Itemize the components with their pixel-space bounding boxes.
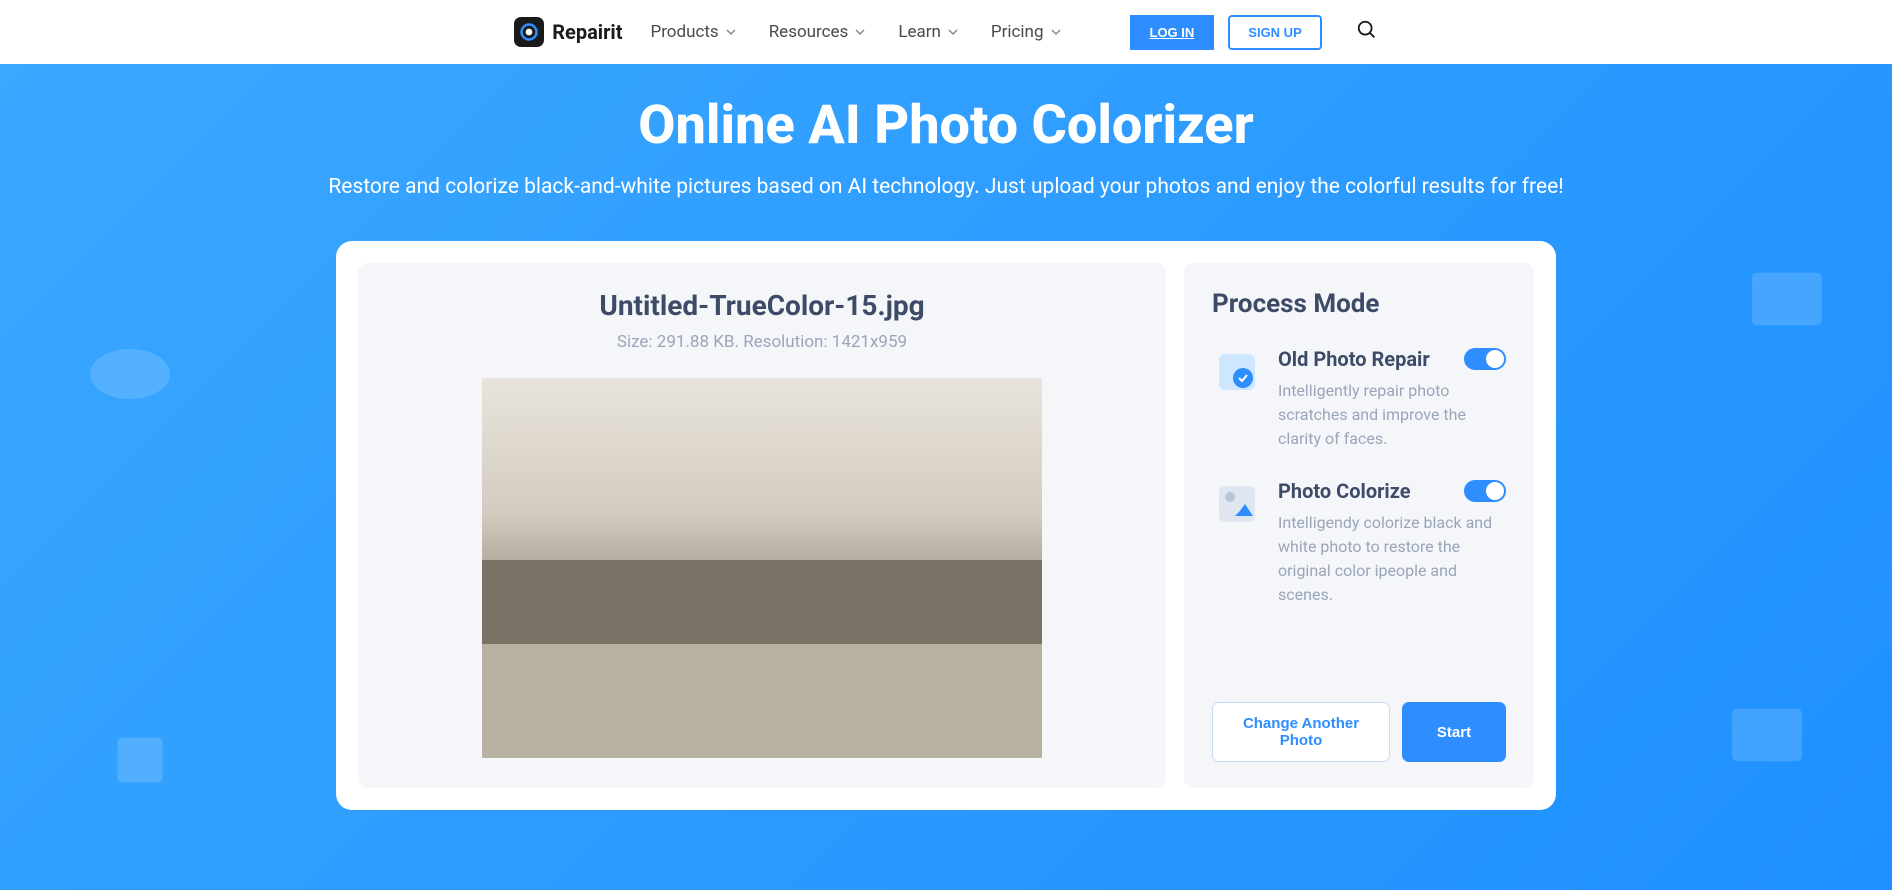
bg-file-icon xyxy=(100,730,180,790)
chevron-down-icon xyxy=(725,26,737,38)
nav-resources-label: Resources xyxy=(769,22,849,42)
header-inner: Repairit Products Resources Learn Pricin… xyxy=(246,15,1646,50)
header: Repairit Products Resources Learn Pricin… xyxy=(0,0,1892,64)
preview-panel: Untitled-TrueColor-15.jpg Size: 291.88 K… xyxy=(358,263,1166,788)
nav-products-label: Products xyxy=(650,22,718,42)
nav-learn-label: Learn xyxy=(898,22,941,42)
main-card: Untitled-TrueColor-15.jpg Size: 291.88 K… xyxy=(336,241,1556,810)
chevron-down-icon xyxy=(1050,26,1062,38)
change-photo-button[interactable]: Change Another Photo xyxy=(1212,702,1390,762)
colorize-icon xyxy=(1212,479,1262,529)
mode-colorize-desc: Intelligendy colorize black and white ph… xyxy=(1278,511,1506,607)
repair-icon xyxy=(1212,347,1262,397)
nav-resources[interactable]: Resources xyxy=(769,22,867,42)
page-subtitle: Restore and colorize black-and-white pic… xyxy=(20,175,1872,199)
chevron-down-icon xyxy=(947,26,959,38)
logo-icon xyxy=(514,17,544,47)
hero: Online AI Photo Colorizer Restore and co… xyxy=(0,64,1892,890)
panel-actions: Change Another Photo Start xyxy=(1212,702,1506,762)
logo[interactable]: Repairit xyxy=(514,17,622,47)
mode-colorize: Photo Colorize Intelligendy colorize bla… xyxy=(1212,479,1506,607)
nav-pricing[interactable]: Pricing xyxy=(991,22,1062,42)
nav-pricing-label: Pricing xyxy=(991,22,1044,42)
mode-colorize-label: Photo Colorize xyxy=(1278,479,1411,503)
repair-toggle[interactable] xyxy=(1464,348,1506,370)
brand-text: Repairit xyxy=(552,20,622,44)
preview-image xyxy=(482,378,1042,758)
mode-colorize-content: Photo Colorize Intelligendy colorize bla… xyxy=(1278,479,1506,607)
mode-repair-header: Old Photo Repair xyxy=(1278,347,1506,371)
mode-colorize-header: Photo Colorize xyxy=(1278,479,1506,503)
colorize-toggle[interactable] xyxy=(1464,480,1506,502)
start-button[interactable]: Start xyxy=(1402,702,1506,762)
bg-image-icon xyxy=(1742,264,1832,334)
auth-buttons: LOG IN SIGN UP xyxy=(1130,15,1378,50)
process-panel: Process Mode Old Photo Repair Intelligen… xyxy=(1184,263,1534,788)
page-title: Online AI Photo Colorizer xyxy=(20,94,1872,157)
nav-products[interactable]: Products xyxy=(650,22,736,42)
mode-repair-content: Old Photo Repair Intelligently repair ph… xyxy=(1278,347,1506,451)
signup-button[interactable]: SIGN UP xyxy=(1228,15,1321,50)
login-button[interactable]: LOG IN xyxy=(1130,15,1215,50)
mode-repair: Old Photo Repair Intelligently repair ph… xyxy=(1212,347,1506,451)
nav: Products Resources Learn Pricing xyxy=(650,22,1061,42)
filename: Untitled-TrueColor-15.jpg xyxy=(599,289,924,322)
bg-cloud-icon xyxy=(80,324,180,404)
search-icon[interactable] xyxy=(1356,19,1378,45)
file-info: Size: 291.88 KB. Resolution: 1421x959 xyxy=(617,332,907,352)
mode-repair-label: Old Photo Repair xyxy=(1278,347,1430,371)
bg-image-icon xyxy=(1722,700,1812,770)
process-title: Process Mode xyxy=(1212,289,1506,319)
mode-repair-desc: Intelligently repair photo scratches and… xyxy=(1278,379,1506,451)
nav-learn[interactable]: Learn xyxy=(898,22,959,42)
chevron-down-icon xyxy=(854,26,866,38)
